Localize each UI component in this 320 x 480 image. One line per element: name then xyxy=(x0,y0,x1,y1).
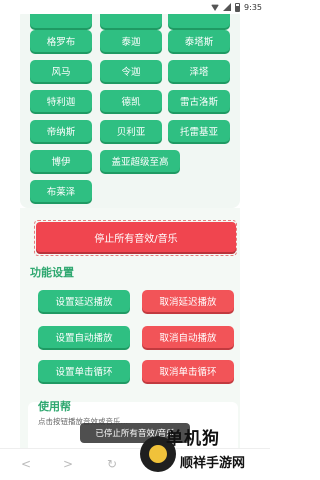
set-delay-button[interactable]: 设置延迟播放 xyxy=(38,290,130,312)
signal-icon xyxy=(223,3,232,11)
grid-button-lingjia[interactable]: 令迦 xyxy=(100,60,162,82)
refresh-icon[interactable]: ↻ xyxy=(104,457,120,471)
set-single-loop-button[interactable]: 设置单击循环 xyxy=(38,360,130,382)
help-title: 使用帮 xyxy=(38,400,71,413)
cancel-single-loop-button[interactable]: 取消单击循环 xyxy=(142,360,234,382)
grid-button-dekai[interactable]: 德凯 xyxy=(100,90,162,112)
grid-button-zeta[interactable]: 泽塔 xyxy=(168,60,230,82)
grid-button[interactable] xyxy=(30,14,92,28)
status-time: 9:35 xyxy=(244,2,262,12)
main-content: 格罗布 泰迦 泰塔斯 风马 令迦 泽塔 特利迦 德凯 雷古洛斯 帝纳斯 贝利亚 … xyxy=(0,14,270,448)
grid-button-gerobu[interactable]: 格罗布 xyxy=(30,30,92,52)
grid-button-regulos[interactable]: 雷古洛斯 xyxy=(168,90,230,112)
battery-icon xyxy=(235,2,241,12)
cancel-delay-button[interactable]: 取消延迟播放 xyxy=(142,290,234,312)
grid-button-dinasi[interactable]: 帝纳斯 xyxy=(30,120,92,142)
wifi-icon xyxy=(211,4,220,11)
grid-button-fengma[interactable]: 风马 xyxy=(30,60,92,82)
grid-button-blazer[interactable]: 布莱泽 xyxy=(30,180,92,202)
grid-button-tregear[interactable]: 托雷基亚 xyxy=(168,120,230,142)
section-title-function-settings: 功能设置 xyxy=(30,266,74,279)
grid-button[interactable] xyxy=(100,14,162,28)
watermark: 单机狗 顺祥手游网 xyxy=(140,429,270,480)
set-autoplay-button[interactable]: 设置自动播放 xyxy=(38,326,130,348)
grid-button[interactable] xyxy=(168,14,230,28)
grid-button-boyi[interactable]: 博伊 xyxy=(30,150,92,172)
grid-button-trigger[interactable]: 特利迦 xyxy=(30,90,92,112)
cancel-autoplay-button[interactable]: 取消自动播放 xyxy=(142,326,234,348)
stop-all-button[interactable]: 停止所有音效/音乐 xyxy=(36,222,236,252)
grid-button-taitasi[interactable]: 泰塔斯 xyxy=(168,30,230,52)
forward-icon[interactable]: > xyxy=(60,457,76,471)
grid-button-belial[interactable]: 贝利亚 xyxy=(100,120,162,142)
status-bar: 9:35 xyxy=(0,0,270,14)
watermark-subtitle: 顺祥手游网 xyxy=(180,456,246,471)
watermark-title: 单机狗 xyxy=(166,429,220,449)
grid-button-gaia-supreme[interactable]: 盖亚超级至高 xyxy=(100,150,180,172)
back-icon[interactable]: < xyxy=(18,457,34,471)
grid-button-taijia[interactable]: 泰迦 xyxy=(100,30,162,52)
